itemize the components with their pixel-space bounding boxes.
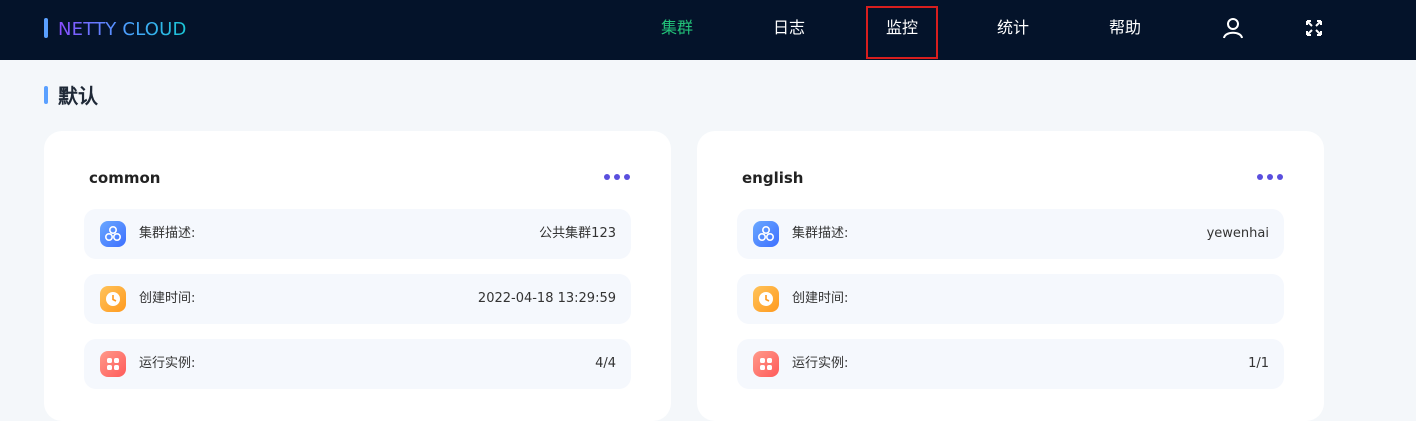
card-title: common [89, 169, 161, 187]
app-logo[interactable]: NETTY CLOUD [58, 18, 187, 42]
nav-item-cluster[interactable]: 集群 [641, 0, 713, 60]
cluster-card-english[interactable]: english 集群描述: yewenhai 创建时间: 运行实例: 1/1 [697, 131, 1324, 421]
row-created-time: 创建时间: [737, 274, 1284, 324]
nav-item-stats[interactable]: 统计 [977, 0, 1049, 60]
row-value: 4/4 [595, 356, 616, 371]
nav-item-monitor[interactable]: 监控 [866, 6, 938, 59]
logo-accent-bar [44, 18, 48, 38]
row-running-instances: 运行实例: 4/4 [84, 339, 631, 389]
row-value: 公共集群123 [539, 226, 616, 241]
row-created-time: 创建时间: 2022-04-18 13:29:59 [84, 274, 631, 324]
instances-icon [753, 351, 779, 377]
nav-item-help[interactable]: 帮助 [1089, 0, 1161, 60]
section-title: 默认 [58, 84, 98, 108]
row-value: yewenhai [1206, 226, 1269, 241]
more-options-icon[interactable] [1257, 172, 1285, 182]
nav-item-logs[interactable]: 日志 [753, 0, 825, 60]
row-label: 集群描述: [139, 226, 196, 241]
row-label: 运行实例: [139, 356, 196, 371]
clock-icon [753, 286, 779, 312]
cluster-card-common[interactable]: common 集群描述: 公共集群123 创建时间: 2022-04-18 13… [44, 131, 671, 421]
clock-icon [100, 286, 126, 312]
row-label: 创建时间: [139, 291, 196, 306]
instances-icon [100, 351, 126, 377]
row-running-instances: 运行实例: 1/1 [737, 339, 1284, 389]
user-icon[interactable] [1221, 16, 1245, 40]
row-value: 1/1 [1248, 356, 1269, 371]
card-title: english [742, 169, 804, 187]
row-value: 2022-04-18 13:29:59 [477, 291, 616, 306]
row-label: 运行实例: [792, 356, 849, 371]
more-options-icon[interactable] [604, 172, 632, 182]
row-cluster-description: 集群描述: yewenhai [737, 209, 1284, 259]
top-navbar: NETTY CLOUD 集群 日志 监控 统计 帮助 [0, 0, 1416, 60]
cluster-icon [753, 221, 779, 247]
section-title-accent [44, 86, 48, 104]
fullscreen-icon[interactable] [1302, 16, 1326, 40]
row-cluster-description: 集群描述: 公共集群123 [84, 209, 631, 259]
row-label: 创建时间: [792, 291, 849, 306]
cluster-icon [100, 221, 126, 247]
row-label: 集群描述: [792, 226, 849, 241]
